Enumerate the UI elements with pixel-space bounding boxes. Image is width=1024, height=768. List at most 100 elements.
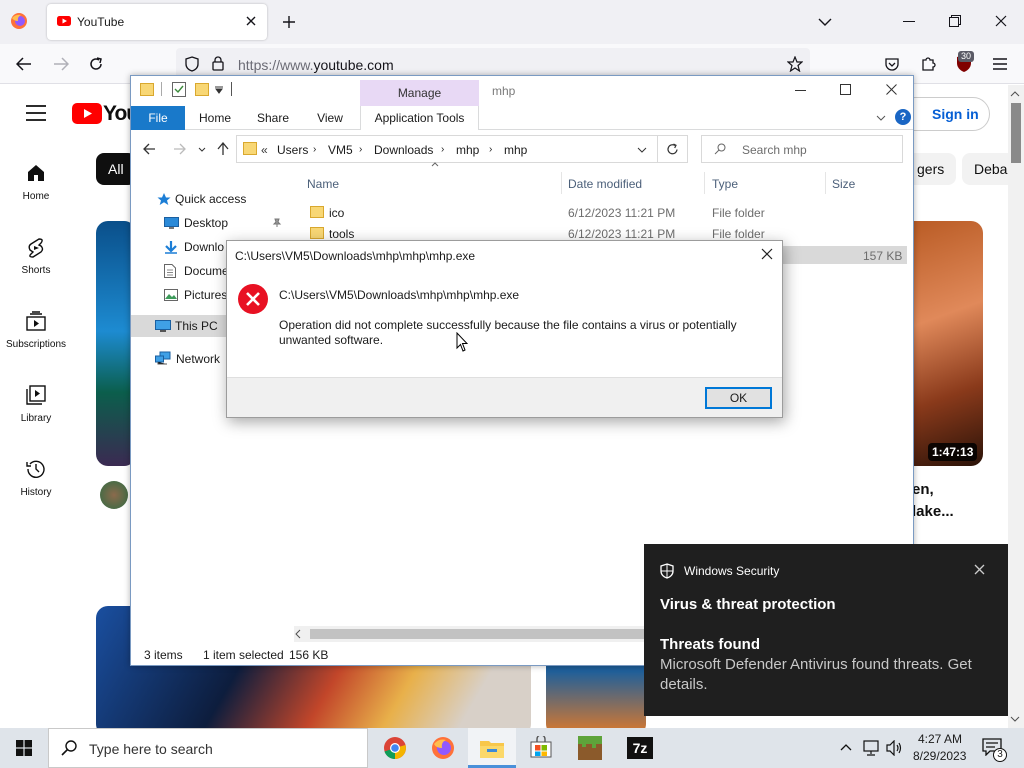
restore-window-icon[interactable] xyxy=(949,15,961,27)
help-icon[interactable]: ? xyxy=(895,109,911,125)
taskbar-7zip[interactable]: 7z xyxy=(615,728,663,768)
browser-tab-bar: YouTube xyxy=(0,0,1024,44)
recent-locations-chevron-icon[interactable] xyxy=(198,147,206,152)
address-bar[interactable]: « Users › VM5 › Downloads › mhp › mhp xyxy=(236,135,658,163)
scroll-down-icon[interactable] xyxy=(1010,716,1020,722)
explorer-minimize-icon[interactable] xyxy=(795,90,806,92)
scroll-left-icon[interactable] xyxy=(294,629,302,639)
toast-app-name: Windows Security xyxy=(684,564,780,578)
properties-icon[interactable] xyxy=(172,82,186,97)
taskbar-minecraft[interactable] xyxy=(566,728,614,768)
store-icon xyxy=(530,736,552,758)
refresh-button[interactable] xyxy=(658,135,688,163)
taskbar-firefox[interactable] xyxy=(419,728,467,768)
horizontal-scroll-thumb[interactable] xyxy=(310,629,644,639)
column-divider[interactable] xyxy=(825,172,826,194)
qat-dropdown-icon[interactable] xyxy=(215,86,223,94)
column-date-modified[interactable]: Date modified xyxy=(568,177,642,191)
toast-close-icon[interactable] xyxy=(974,564,985,575)
column-divider[interactable] xyxy=(704,172,705,194)
network-icon[interactable] xyxy=(862,740,880,756)
taskbar-search-box[interactable]: Type here to search xyxy=(48,728,368,768)
bookmark-star-icon[interactable] xyxy=(787,56,803,72)
breadcrumb-downloads[interactable]: Downloads xyxy=(374,143,433,157)
nav-shorts[interactable]: Shorts xyxy=(0,237,72,287)
explorer-search-box[interactable]: Search mhp xyxy=(701,135,903,163)
column-name[interactable]: Name xyxy=(307,177,339,191)
table-row-selected[interactable]: 157 KB xyxy=(781,246,907,264)
guide-menu-icon[interactable] xyxy=(26,105,46,121)
file-explorer-icon xyxy=(480,741,504,758)
scroll-up-icon[interactable] xyxy=(1010,91,1020,97)
scroll-thumb[interactable] xyxy=(1011,103,1021,163)
dialog-close-icon[interactable] xyxy=(761,248,773,260)
manage-context-tab[interactable]: Manage xyxy=(360,80,479,106)
ribbon-tab-home[interactable]: Home xyxy=(193,106,237,130)
explorer-close-icon[interactable] xyxy=(886,84,897,95)
clock-time[interactable]: 4:27 AM xyxy=(918,732,962,746)
minimize-window-icon[interactable] xyxy=(903,21,915,23)
page-scrollbar[interactable] xyxy=(1008,85,1024,728)
ribbon-tab-view[interactable]: View xyxy=(309,106,351,130)
taskbar-chrome[interactable] xyxy=(371,728,419,768)
table-row[interactable]: ico 6/12/2023 11:21 PM File folder xyxy=(295,203,907,223)
nav-history[interactable]: History xyxy=(0,459,72,509)
extensions-puzzle-icon[interactable] xyxy=(920,55,937,72)
breadcrumb-mhp-1[interactable]: mhp xyxy=(456,143,479,157)
list-tabs-chevron-down-icon[interactable] xyxy=(818,17,832,27)
breadcrumb-users[interactable]: Users xyxy=(277,143,308,157)
clock-date[interactable]: 8/29/2023 xyxy=(913,749,966,763)
nav-home[interactable]: Home xyxy=(0,163,72,213)
browser-tab-youtube[interactable]: YouTube xyxy=(47,4,267,40)
taskbar-file-explorer[interactable] xyxy=(468,728,516,768)
taskbar-microsoft-store[interactable] xyxy=(517,728,565,768)
ribbon-tab-share[interactable]: Share xyxy=(251,106,295,130)
forward-arrow-icon[interactable] xyxy=(53,57,69,71)
ok-button[interactable]: OK xyxy=(705,387,772,409)
new-tab-icon[interactable] xyxy=(282,15,296,29)
video-title-line-2[interactable]: lake... xyxy=(912,503,954,520)
volume-icon[interactable] xyxy=(886,740,904,756)
ribbon-collapse-chevron-icon[interactable] xyxy=(876,115,886,121)
shield-icon[interactable] xyxy=(185,56,199,72)
new-folder-icon[interactable] xyxy=(195,83,209,96)
windows-security-toast[interactable]: Windows Security Virus & threat protecti… xyxy=(644,544,1008,716)
column-size[interactable]: Size xyxy=(832,177,855,191)
breadcrumb-overflow[interactable]: « xyxy=(261,143,268,157)
explorer-title-bar: Manage mhp xyxy=(131,76,913,106)
chip-deba[interactable]: Deba xyxy=(962,153,1008,185)
up-folder-icon[interactable] xyxy=(217,142,229,156)
address-dropdown-icon[interactable] xyxy=(637,147,647,153)
search-icon xyxy=(714,143,726,155)
mouse-cursor-icon xyxy=(456,332,468,352)
channel-avatar[interactable] xyxy=(100,481,128,509)
youtube-logo[interactable] xyxy=(72,103,102,124)
toast-body-line-2: details. xyxy=(660,676,708,693)
horizontal-scrollbar[interactable] xyxy=(294,626,644,642)
column-type[interactable]: Type xyxy=(712,177,738,191)
hamburger-menu-icon[interactable] xyxy=(993,58,1007,70)
breadcrumb-mhp-2[interactable]: mhp xyxy=(504,143,527,157)
nav-subscriptions[interactable]: Subscriptions xyxy=(0,311,72,361)
lock-icon[interactable] xyxy=(212,56,224,71)
reload-icon[interactable] xyxy=(88,56,104,72)
firefox-menu-icon[interactable] xyxy=(10,12,28,30)
ribbon-tab-application-tools[interactable]: Application Tools xyxy=(360,106,479,130)
grass-block-icon xyxy=(578,736,602,760)
explorer-forward-icon[interactable] xyxy=(173,143,186,155)
breadcrumb-vm5[interactable]: VM5 xyxy=(328,143,353,157)
file-type: File folder xyxy=(712,206,765,220)
explorer-back-icon[interactable] xyxy=(143,143,156,155)
explorer-maximize-icon[interactable] xyxy=(840,84,851,95)
show-hidden-icons-icon[interactable] xyxy=(840,743,852,751)
pocket-icon[interactable] xyxy=(884,56,900,72)
start-button[interactable] xyxy=(0,728,48,768)
close-tab-icon[interactable] xyxy=(245,15,257,27)
breadcrumb-sep: › xyxy=(489,144,493,155)
back-arrow-icon[interactable] xyxy=(16,57,32,71)
ribbon-tab-file[interactable]: File xyxy=(131,106,185,130)
nav-library[interactable]: Library xyxy=(0,385,72,435)
video-title-line-1[interactable]: en, xyxy=(912,481,934,498)
column-divider[interactable] xyxy=(561,172,562,194)
close-window-icon[interactable] xyxy=(995,15,1007,27)
